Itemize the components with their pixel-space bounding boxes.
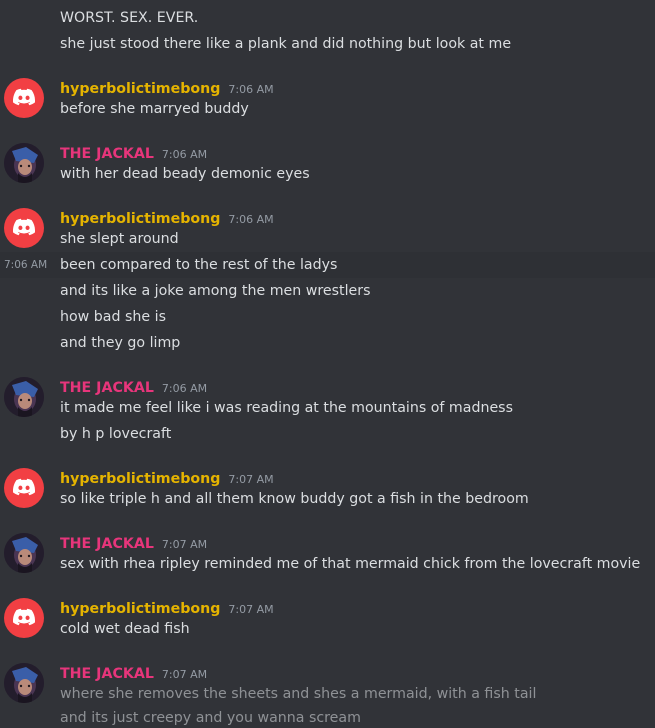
timestamp[interactable]: 7:07 AM [162,538,207,551]
username[interactable]: THE JACKAL [60,666,154,682]
discord-avatar[interactable] [4,468,44,508]
timestamp[interactable]: 7:06 AM [162,148,207,161]
message-line: been compared to the rest of the ladys [60,257,338,273]
message-header: hyperbolictimebong 7:07 AM [60,598,274,618]
cut-off-text [60,0,500,2]
timestamp[interactable]: 7:06 AM [162,382,207,395]
message-line: where she removes the sheets and shes a … [60,686,537,702]
timestamp[interactable]: 7:06 AM [228,83,273,96]
message-line: and its like a joke among the men wrestl… [60,283,371,299]
username[interactable]: hyperbolictimebong [60,471,220,487]
timestamp[interactable]: 7:07 AM [162,668,207,681]
timestamp[interactable]: 7:07 AM [228,603,273,616]
discord-logo-icon [13,88,35,106]
message-header: hyperbolictimebong 7:06 AM [60,78,274,98]
timestamp[interactable]: 7:07 AM [228,473,273,486]
timestamp[interactable]: 7:06 AM [228,213,273,226]
message-header: THE JACKAL 7:06 AM [60,377,207,397]
username[interactable]: hyperbolictimebong [60,81,220,97]
username[interactable]: hyperbolictimebong [60,601,220,617]
discord-logo-icon [13,608,35,626]
jackal-avatar-icon [4,663,44,703]
message-line: she just stood there like a plank and di… [60,36,512,52]
message-header: THE JACKAL 7:07 AM [60,533,207,553]
message-line: cold wet dead fish [60,621,190,637]
message-line: and they go limp [60,335,181,351]
message-line: she slept around [60,231,179,247]
username[interactable]: THE JACKAL [60,146,154,162]
message-header: THE JACKAL 7:07 AM [60,663,207,683]
message-header: hyperbolictimebong 7:06 AM [60,208,274,228]
discord-logo-icon [13,218,35,236]
message-line: so like triple h and all them know buddy… [60,491,529,507]
discord-logo-icon [13,478,35,496]
discord-avatar[interactable] [4,598,44,638]
message-line: and its just creepy and you wanna scream [60,710,361,726]
jackal-avatar[interactable] [4,663,44,703]
message-header: THE JACKAL 7:06 AM [60,143,207,163]
username[interactable]: THE JACKAL [60,380,154,396]
message-line: it made me feel like i was reading at th… [60,400,513,416]
message-line: with her dead beady demonic eyes [60,166,310,182]
jackal-avatar[interactable] [4,377,44,417]
message-line: before she marryed buddy [60,101,249,117]
message-line: sex with rhea ripley reminded me of that… [60,556,641,572]
discord-avatar[interactable] [4,208,44,248]
discord-avatar[interactable] [4,78,44,118]
jackal-avatar-icon [4,377,44,417]
username[interactable]: THE JACKAL [60,536,154,552]
jackal-avatar[interactable] [4,143,44,183]
hover-timestamp[interactable]: 7:06 AM [4,255,47,275]
jackal-avatar[interactable] [4,533,44,573]
chat-messages: WORST. SEX. EVER. she just stood there l… [0,0,655,726]
message-header: hyperbolictimebong 7:07 AM [60,468,274,488]
jackal-avatar-icon [4,143,44,183]
jackal-avatar-icon [4,533,44,573]
message-line: WORST. SEX. EVER. [60,10,199,26]
message-line: how bad she is [60,309,166,325]
username[interactable]: hyperbolictimebong [60,211,220,227]
message-line: by h p lovecraft [60,426,172,442]
